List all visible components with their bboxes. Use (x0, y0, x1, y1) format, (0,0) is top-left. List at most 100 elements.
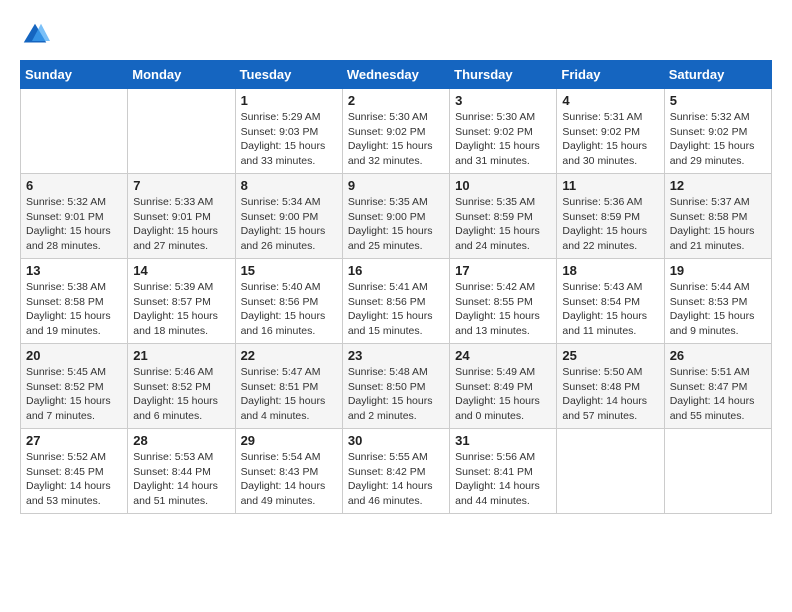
logo (20, 20, 54, 50)
logo-icon (20, 20, 50, 50)
calendar-week-row: 6 Sunrise: 5:32 AMSunset: 9:01 PMDaylight… (21, 174, 772, 259)
day-number: 16 (348, 263, 444, 278)
calendar-cell: 9 Sunrise: 5:35 AMSunset: 9:00 PMDaylight… (342, 174, 449, 259)
day-info: Sunrise: 5:38 AMSunset: 8:58 PMDaylight:… (26, 280, 122, 339)
day-number: 25 (562, 348, 658, 363)
day-info: Sunrise: 5:45 AMSunset: 8:52 PMDaylight:… (26, 365, 122, 424)
day-number: 1 (241, 93, 337, 108)
calendar-week-row: 27 Sunrise: 5:52 AMSunset: 8:45 PMDayligh… (21, 429, 772, 514)
day-info: Sunrise: 5:48 AMSunset: 8:50 PMDaylight:… (348, 365, 444, 424)
day-number: 5 (670, 93, 766, 108)
day-number: 31 (455, 433, 551, 448)
day-number: 6 (26, 178, 122, 193)
calendar-cell: 10 Sunrise: 5:35 AMSunset: 8:59 PMDayligh… (450, 174, 557, 259)
day-info: Sunrise: 5:44 AMSunset: 8:53 PMDaylight:… (670, 280, 766, 339)
day-info: Sunrise: 5:34 AMSunset: 9:00 PMDaylight:… (241, 195, 337, 254)
day-info: Sunrise: 5:35 AMSunset: 8:59 PMDaylight:… (455, 195, 551, 254)
calendar-cell: 26 Sunrise: 5:51 AMSunset: 8:47 PMDayligh… (664, 344, 771, 429)
day-info: Sunrise: 5:37 AMSunset: 8:58 PMDaylight:… (670, 195, 766, 254)
day-number: 22 (241, 348, 337, 363)
day-info: Sunrise: 5:46 AMSunset: 8:52 PMDaylight:… (133, 365, 229, 424)
day-number: 28 (133, 433, 229, 448)
day-number: 18 (562, 263, 658, 278)
day-info: Sunrise: 5:30 AMSunset: 9:02 PMDaylight:… (455, 110, 551, 169)
day-info: Sunrise: 5:35 AMSunset: 9:00 PMDaylight:… (348, 195, 444, 254)
calendar-cell: 3 Sunrise: 5:30 AMSunset: 9:02 PMDaylight… (450, 89, 557, 174)
day-info: Sunrise: 5:43 AMSunset: 8:54 PMDaylight:… (562, 280, 658, 339)
calendar-week-row: 13 Sunrise: 5:38 AMSunset: 8:58 PMDayligh… (21, 259, 772, 344)
day-info: Sunrise: 5:50 AMSunset: 8:48 PMDaylight:… (562, 365, 658, 424)
day-info: Sunrise: 5:42 AMSunset: 8:55 PMDaylight:… (455, 280, 551, 339)
day-info: Sunrise: 5:51 AMSunset: 8:47 PMDaylight:… (670, 365, 766, 424)
day-info: Sunrise: 5:30 AMSunset: 9:02 PMDaylight:… (348, 110, 444, 169)
calendar-cell (557, 429, 664, 514)
calendar-cell: 2 Sunrise: 5:30 AMSunset: 9:02 PMDaylight… (342, 89, 449, 174)
day-info: Sunrise: 5:40 AMSunset: 8:56 PMDaylight:… (241, 280, 337, 339)
calendar-cell: 25 Sunrise: 5:50 AMSunset: 8:48 PMDayligh… (557, 344, 664, 429)
day-number: 26 (670, 348, 766, 363)
day-number: 29 (241, 433, 337, 448)
day-number: 7 (133, 178, 229, 193)
calendar-header-row: SundayMondayTuesdayWednesdayThursdayFrid… (21, 61, 772, 89)
calendar-cell: 27 Sunrise: 5:52 AMSunset: 8:45 PMDayligh… (21, 429, 128, 514)
calendar-cell: 31 Sunrise: 5:56 AMSunset: 8:41 PMDayligh… (450, 429, 557, 514)
day-info: Sunrise: 5:55 AMSunset: 8:42 PMDaylight:… (348, 450, 444, 509)
day-header-sunday: Sunday (21, 61, 128, 89)
day-number: 15 (241, 263, 337, 278)
day-header-monday: Monday (128, 61, 235, 89)
calendar-cell: 17 Sunrise: 5:42 AMSunset: 8:55 PMDayligh… (450, 259, 557, 344)
calendar-cell: 5 Sunrise: 5:32 AMSunset: 9:02 PMDaylight… (664, 89, 771, 174)
calendar-cell: 16 Sunrise: 5:41 AMSunset: 8:56 PMDayligh… (342, 259, 449, 344)
calendar-cell: 6 Sunrise: 5:32 AMSunset: 9:01 PMDaylight… (21, 174, 128, 259)
day-header-wednesday: Wednesday (342, 61, 449, 89)
day-info: Sunrise: 5:39 AMSunset: 8:57 PMDaylight:… (133, 280, 229, 339)
calendar-cell: 29 Sunrise: 5:54 AMSunset: 8:43 PMDayligh… (235, 429, 342, 514)
day-header-tuesday: Tuesday (235, 61, 342, 89)
day-number: 21 (133, 348, 229, 363)
day-number: 17 (455, 263, 551, 278)
day-number: 4 (562, 93, 658, 108)
day-number: 20 (26, 348, 122, 363)
day-number: 12 (670, 178, 766, 193)
calendar-cell: 21 Sunrise: 5:46 AMSunset: 8:52 PMDayligh… (128, 344, 235, 429)
calendar-cell: 12 Sunrise: 5:37 AMSunset: 8:58 PMDayligh… (664, 174, 771, 259)
day-number: 27 (26, 433, 122, 448)
day-number: 30 (348, 433, 444, 448)
day-number: 9 (348, 178, 444, 193)
day-info: Sunrise: 5:49 AMSunset: 8:49 PMDaylight:… (455, 365, 551, 424)
day-number: 10 (455, 178, 551, 193)
day-info: Sunrise: 5:54 AMSunset: 8:43 PMDaylight:… (241, 450, 337, 509)
day-number: 14 (133, 263, 229, 278)
page-header (20, 20, 772, 50)
calendar-cell: 14 Sunrise: 5:39 AMSunset: 8:57 PMDayligh… (128, 259, 235, 344)
day-number: 3 (455, 93, 551, 108)
day-number: 8 (241, 178, 337, 193)
calendar-week-row: 1 Sunrise: 5:29 AMSunset: 9:03 PMDaylight… (21, 89, 772, 174)
calendar-cell: 28 Sunrise: 5:53 AMSunset: 8:44 PMDayligh… (128, 429, 235, 514)
calendar-cell: 18 Sunrise: 5:43 AMSunset: 8:54 PMDayligh… (557, 259, 664, 344)
calendar-cell (128, 89, 235, 174)
day-number: 13 (26, 263, 122, 278)
calendar-cell: 23Sunrise: 5:48 AMSunset: 8:50 PMDayligh… (342, 344, 449, 429)
day-info: Sunrise: 5:32 AMSunset: 9:02 PMDaylight:… (670, 110, 766, 169)
day-number: 2 (348, 93, 444, 108)
day-info: Sunrise: 5:32 AMSunset: 9:01 PMDaylight:… (26, 195, 122, 254)
day-number: 24 (455, 348, 551, 363)
day-number: 19 (670, 263, 766, 278)
day-info: Sunrise: 5:29 AMSunset: 9:03 PMDaylight:… (241, 110, 337, 169)
day-info: Sunrise: 5:52 AMSunset: 8:45 PMDaylight:… (26, 450, 122, 509)
calendar-cell: 19 Sunrise: 5:44 AMSunset: 8:53 PMDayligh… (664, 259, 771, 344)
day-info: Sunrise: 5:53 AMSunset: 8:44 PMDaylight:… (133, 450, 229, 509)
day-header-thursday: Thursday (450, 61, 557, 89)
calendar-cell: 8 Sunrise: 5:34 AMSunset: 9:00 PMDaylight… (235, 174, 342, 259)
calendar-cell: 20 Sunrise: 5:45 AMSunset: 8:52 PMDayligh… (21, 344, 128, 429)
day-number: 11 (562, 178, 658, 193)
day-info: Sunrise: 5:56 AMSunset: 8:41 PMDaylight:… (455, 450, 551, 509)
day-header-friday: Friday (557, 61, 664, 89)
calendar-week-row: 20 Sunrise: 5:45 AMSunset: 8:52 PMDayligh… (21, 344, 772, 429)
day-info: Sunrise: 5:47 AMSunset: 8:51 PMDaylight:… (241, 365, 337, 424)
calendar-cell: 7Sunrise: 5:33 AMSunset: 9:01 PMDaylight… (128, 174, 235, 259)
calendar-cell: 24 Sunrise: 5:49 AMSunset: 8:49 PMDayligh… (450, 344, 557, 429)
calendar-cell (21, 89, 128, 174)
day-info: Sunrise: 5:41 AMSunset: 8:56 PMDaylight:… (348, 280, 444, 339)
